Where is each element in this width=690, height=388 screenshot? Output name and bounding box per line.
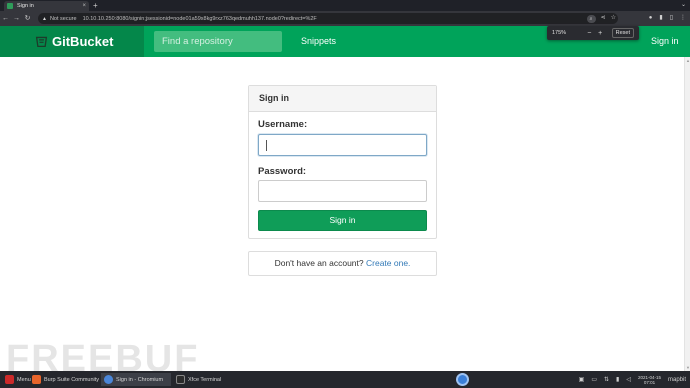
chromium-icon bbox=[104, 375, 113, 384]
terminal-tray-icon[interactable]: ▣ bbox=[579, 376, 585, 383]
taskbar-item-chromium[interactable]: Sign in - Chromium bbox=[101, 373, 171, 386]
reload-button[interactable]: ↻ bbox=[22, 11, 33, 26]
star-icon[interactable]: ☆ bbox=[611, 14, 616, 23]
username-field[interactable] bbox=[258, 134, 427, 156]
account-prompt-text: Don't have an account? bbox=[274, 258, 364, 268]
browser-tab[interactable]: Sign in × bbox=[4, 1, 89, 11]
create-account-link[interactable]: Create one. bbox=[366, 258, 410, 268]
zoom-icon[interactable]: ⌕ bbox=[586, 14, 596, 23]
url-text[interactable]: 10.10.10.250:8080/signin;jsessionid=node… bbox=[83, 16, 317, 22]
battery-icon[interactable]: ▮ bbox=[616, 376, 619, 383]
zoom-in-button[interactable]: + bbox=[595, 30, 606, 37]
scroll-up-icon[interactable]: ▲ bbox=[686, 58, 690, 63]
password-label: Password: bbox=[258, 166, 307, 177]
zoom-reset-button[interactable]: Reset bbox=[611, 28, 634, 38]
taskbar-item-label: Xfce Terminal bbox=[188, 376, 222, 383]
extensions-icon[interactable]: ▮ bbox=[659, 14, 662, 23]
menu-icon[interactable]: ⋮ bbox=[680, 14, 686, 23]
address-bar[interactable]: ▲ Not secure 10.10.10.250:8080/signin;js… bbox=[38, 13, 618, 24]
menu-icon bbox=[5, 375, 14, 384]
terminal-icon bbox=[176, 375, 185, 384]
taskbar-item-label: Sign in - Chromium bbox=[116, 376, 164, 383]
nav-snippets[interactable]: Snippets bbox=[301, 26, 336, 57]
password-field[interactable] bbox=[258, 180, 427, 202]
header-signin-link[interactable]: Sign in bbox=[651, 26, 679, 57]
window-controls: ⌄ bbox=[681, 1, 686, 10]
profile-icon[interactable]: ● bbox=[649, 14, 653, 23]
clock-time: 07:01 bbox=[643, 379, 656, 385]
network-icon[interactable]: ⇅ bbox=[604, 376, 609, 383]
os-taskbar: Menu Burp Suite Community ... Sign in - … bbox=[0, 371, 690, 388]
zoom-popup: 175% − + Reset bbox=[547, 26, 639, 40]
signin-panel: Sign in Username: Password: Sign in bbox=[248, 85, 437, 239]
scroll-down-icon[interactable]: ▼ bbox=[686, 365, 690, 370]
signin-panel-title: Sign in bbox=[249, 86, 436, 112]
display-icon[interactable]: ▭ bbox=[591, 376, 597, 383]
browser-toolbar: ← → ↻ ▲ Not secure 10.10.10.250:8080/sig… bbox=[0, 11, 690, 26]
burp-suite-icon bbox=[32, 375, 41, 384]
chromium-launcher-icon[interactable] bbox=[456, 373, 469, 386]
create-account-box: Don't have an account? Create one. bbox=[248, 251, 437, 276]
tab-close-icon[interactable]: × bbox=[82, 3, 86, 9]
security-indicator[interactable]: Not secure bbox=[50, 16, 77, 22]
forward-button[interactable]: → bbox=[11, 11, 22, 26]
username-label: Username: bbox=[258, 119, 308, 130]
system-tray: ▣ ▭ ⇅ ▮ ◁ 2021-04-15 07:01 mapbit bbox=[579, 373, 686, 386]
warning-triangle-icon[interactable]: ▲ bbox=[42, 16, 47, 22]
volume-icon[interactable]: ◁ bbox=[626, 376, 631, 383]
sidepanel-icon[interactable]: ▯ bbox=[670, 14, 673, 23]
brand-link[interactable]: GitBucket bbox=[0, 26, 144, 57]
taskbar-item-burp[interactable]: Burp Suite Community ... bbox=[29, 373, 105, 386]
page-scrollbar[interactable]: ▲ ▼ bbox=[684, 57, 690, 371]
clock-date: 2021-04-15 bbox=[637, 374, 661, 380]
browser-tab-strip: Sign in × + ⌄ bbox=[0, 0, 690, 11]
share-icon[interactable]: ⋖ bbox=[601, 14, 606, 23]
clock[interactable]: 2021-04-15 07:01 bbox=[638, 375, 661, 385]
gitbucket-favicon-icon bbox=[7, 3, 13, 9]
tab-search-icon[interactable]: ⌄ bbox=[681, 1, 686, 10]
brand-name: GitBucket bbox=[52, 34, 114, 49]
gitbucket-logo-icon bbox=[35, 36, 48, 48]
signin-button[interactable]: Sign in bbox=[258, 210, 427, 231]
taskbar-item-terminal[interactable]: Xfce Terminal bbox=[173, 373, 233, 386]
address-bar-actions: ⌕ ⋖ ☆ bbox=[586, 14, 616, 23]
tab-title: Sign in bbox=[17, 3, 34, 9]
new-tab-button[interactable]: + bbox=[93, 1, 98, 10]
toolbar-actions: ● ▮ ▯ ⋮ bbox=[649, 14, 686, 23]
back-button[interactable]: ← bbox=[0, 11, 11, 26]
zoom-out-button[interactable]: − bbox=[584, 30, 595, 37]
taskbar-item-label: Burp Suite Community ... bbox=[44, 376, 106, 383]
text-caret bbox=[266, 140, 267, 151]
repository-search-input[interactable]: Find a repository bbox=[154, 31, 282, 52]
zoom-level: 175% bbox=[552, 30, 567, 36]
user-name[interactable]: mapbit bbox=[668, 377, 686, 383]
